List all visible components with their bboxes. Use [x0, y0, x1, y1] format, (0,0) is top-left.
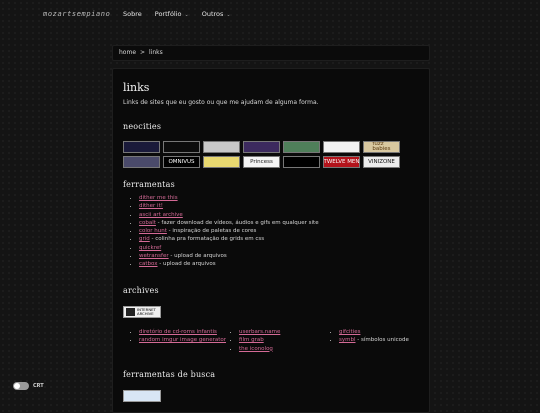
logo-line: ARCHIVE — [137, 311, 154, 316]
archive-building-icon — [126, 308, 135, 316]
section-heading-ferramentas: ferramentas — [123, 180, 175, 189]
toggle-knob — [14, 383, 20, 389]
archives-column: gifcitiessymbl - símbolos unicode — [323, 328, 439, 345]
section-heading-archives: archives — [123, 286, 159, 295]
external-link[interactable]: diretório de cd-roms infantis — [139, 329, 217, 335]
list-item: quickref — [139, 244, 319, 252]
neocities-button[interactable] — [203, 141, 240, 153]
neocities-button[interactable]: VINIZONE — [363, 156, 400, 168]
nav-item-sobre[interactable]: Sobre — [123, 10, 142, 18]
external-link[interactable]: color hunt — [139, 228, 167, 234]
page-title: links — [123, 81, 150, 94]
external-link[interactable]: grid — [139, 236, 150, 242]
list-item: color hunt - inspiração de paletas de co… — [139, 227, 319, 235]
list-item: ascii art archive — [139, 211, 319, 219]
external-link[interactable]: catbox — [139, 261, 158, 267]
page-intro: Links de sites que eu gosto ou que me aj… — [123, 99, 319, 106]
chevron-down-icon: ⌄ — [226, 12, 231, 18]
section-heading-neocities: neocities — [123, 122, 162, 131]
top-nav: mozartsempiano Sobre Portfólio ⌄ Outros ⌄ — [0, 0, 540, 30]
external-link[interactable]: dither it! — [139, 203, 163, 209]
link-description: - inspiração de paletas de cores — [166, 228, 257, 235]
neocities-button[interactable] — [123, 141, 160, 153]
external-link[interactable]: gifcities — [339, 329, 360, 335]
neocities-button[interactable]: OMNIVUS — [163, 156, 200, 168]
list-item: grid - colinha pra formatação de grids e… — [139, 235, 319, 243]
neocities-button[interactable] — [283, 141, 320, 153]
search-engine-button[interactable] — [123, 390, 161, 402]
link-description: - símbolos unicode — [355, 337, 409, 344]
nav-item-portfolio[interactable]: Portfólio ⌄ — [155, 10, 189, 18]
tools-list: dither me this dither it! ascii art archiv… — [123, 194, 319, 269]
list-item: dither me this — [139, 194, 319, 202]
neocities-button[interactable]: Princess — [243, 156, 280, 168]
neocities-button[interactable] — [283, 156, 320, 168]
nav-item-outros[interactable]: Outros ⌄ — [202, 10, 231, 18]
list-item: cobalt - fazer download de vídeos, áudio… — [139, 219, 319, 227]
neocities-button[interactable] — [163, 141, 200, 153]
external-link[interactable]: userbars.name — [239, 329, 280, 335]
neocities-button[interactable]: fuzz babies — [363, 141, 400, 153]
site-brand[interactable]: mozartsempiano — [43, 10, 110, 18]
crt-toggle[interactable]: CRT — [13, 382, 44, 390]
list-item: gifcities — [339, 328, 439, 336]
external-link[interactable]: film grab — [239, 337, 264, 343]
archives-column: diretório de cd-roms infantis random imgu… — [123, 328, 239, 345]
breadcrumb-home[interactable]: home — [119, 49, 136, 56]
nav-item-label: Outros — [201, 10, 224, 18]
nav-item-label: Sobre — [123, 10, 142, 18]
link-description: - upload de arquivos — [157, 261, 216, 268]
list-item: dither it! — [139, 202, 319, 210]
neocities-button[interactable] — [123, 156, 160, 168]
external-link[interactable]: the iconolog — [239, 346, 273, 352]
neocities-button[interactable] — [203, 156, 240, 168]
breadcrumb-current: links — [149, 49, 163, 56]
nav-links: Sobre Portfólio ⌄ Outros ⌄ — [123, 10, 231, 18]
external-link[interactable]: quickref — [139, 245, 161, 251]
external-link[interactable]: random imgur image generator — [139, 337, 226, 343]
breadcrumb-separator: > — [140, 49, 146, 56]
list-item: symbl - símbolos unicode — [339, 336, 439, 344]
archives-column: userbars.name film grab the iconolog — [223, 328, 339, 353]
chevron-down-icon: ⌄ — [184, 12, 189, 18]
list-item: wetransfer - upload de arquivos — [139, 252, 319, 260]
link-description: - upload de arquivos — [168, 253, 227, 260]
external-link[interactable]: dither me this — [139, 195, 178, 201]
breadcrumb: home > links — [112, 45, 430, 61]
nav-item-label: Portfólio — [154, 10, 182, 18]
internet-archive-logo[interactable]: INTERNET ARCHIVE — [123, 306, 161, 318]
section-heading-busca: ferramentas de busca — [123, 370, 216, 379]
main-panel: links Links de sites que eu gosto ou que… — [112, 68, 430, 413]
external-link[interactable]: symbl — [339, 337, 356, 343]
list-item: catbox - upload de arquivos — [139, 260, 319, 268]
neocities-button[interactable]: TWELVE MEN — [323, 156, 360, 168]
link-description: - fazer download de vídeos, áudios e gif… — [155, 219, 319, 226]
external-link[interactable]: cobalt — [139, 220, 156, 226]
external-link[interactable]: wetransfer — [139, 253, 169, 259]
toggle-switch[interactable] — [13, 382, 29, 390]
crt-label: CRT — [33, 383, 44, 389]
neocities-button[interactable] — [323, 141, 360, 153]
neocities-button[interactable] — [243, 141, 280, 153]
list-item: the iconolog — [239, 345, 339, 353]
link-description: - colinha pra formatação de grids em css — [149, 236, 265, 243]
external-link[interactable]: ascii art archive — [139, 212, 183, 218]
